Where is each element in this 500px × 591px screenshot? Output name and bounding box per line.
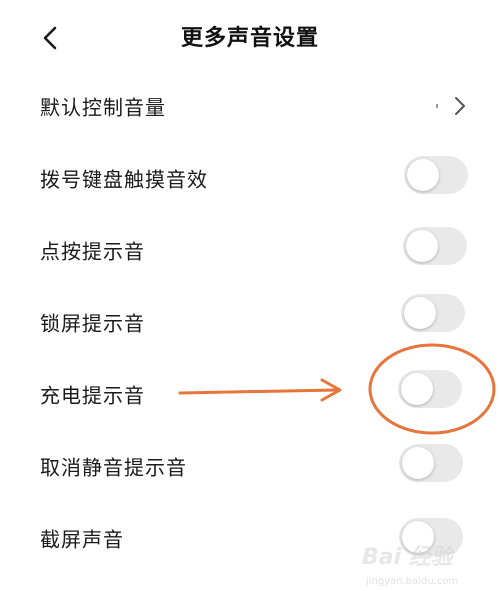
- setting-row-unmute-sound: 取消静音提示音: [0, 430, 500, 502]
- setting-row-dialpad-touch-sound: 拨号键盘触摸音效: [0, 142, 500, 214]
- setting-row-lock-sound: 锁屏提示音: [0, 286, 500, 358]
- value-indicator: [436, 104, 438, 108]
- setting-label: 点按提示音: [40, 239, 145, 264]
- page-title: 更多声音设置: [180, 26, 319, 51]
- charging-sound-toggle[interactable]: [398, 370, 462, 408]
- setting-label: 充电提示音: [40, 383, 145, 408]
- lock-sound-toggle[interactable]: [401, 294, 465, 332]
- unmute-sound-toggle[interactable]: [399, 444, 463, 482]
- toggle-knob: [402, 447, 434, 479]
- setting-row-default-volume[interactable]: 默认控制音量: [0, 70, 500, 142]
- chevron-right-icon: [455, 97, 465, 115]
- tap-sound-toggle[interactable]: [403, 227, 467, 265]
- setting-label: 拨号键盘触摸音效: [40, 167, 208, 192]
- watermark-brand: Bai 经验: [362, 545, 453, 570]
- setting-label: 锁屏提示音: [40, 311, 145, 336]
- setting-label: 取消静音提示音: [40, 455, 187, 480]
- toggle-knob: [401, 373, 433, 405]
- watermark-logo: Bai 经验 jingyan.baidu.com: [362, 537, 492, 587]
- dialpad-sound-toggle[interactable]: [404, 156, 468, 194]
- setting-label: 截屏声音: [40, 527, 124, 552]
- setting-row-charging-sound: 充电提示音: [0, 358, 500, 430]
- watermark-url: jingyan.baidu.com: [366, 576, 459, 587]
- setting-label: 默认控制音量: [40, 95, 166, 120]
- header: 更多声音设置: [0, 0, 500, 78]
- page: 更多声音设置 默认控制音量 拨号键盘触摸音效 点按提示音 锁屏提示音 充电提示音: [0, 0, 500, 591]
- toggle-knob: [407, 159, 439, 191]
- toggle-knob: [404, 297, 436, 329]
- toggle-knob: [406, 230, 438, 262]
- setting-row-tap-sound: 点按提示音: [0, 214, 500, 286]
